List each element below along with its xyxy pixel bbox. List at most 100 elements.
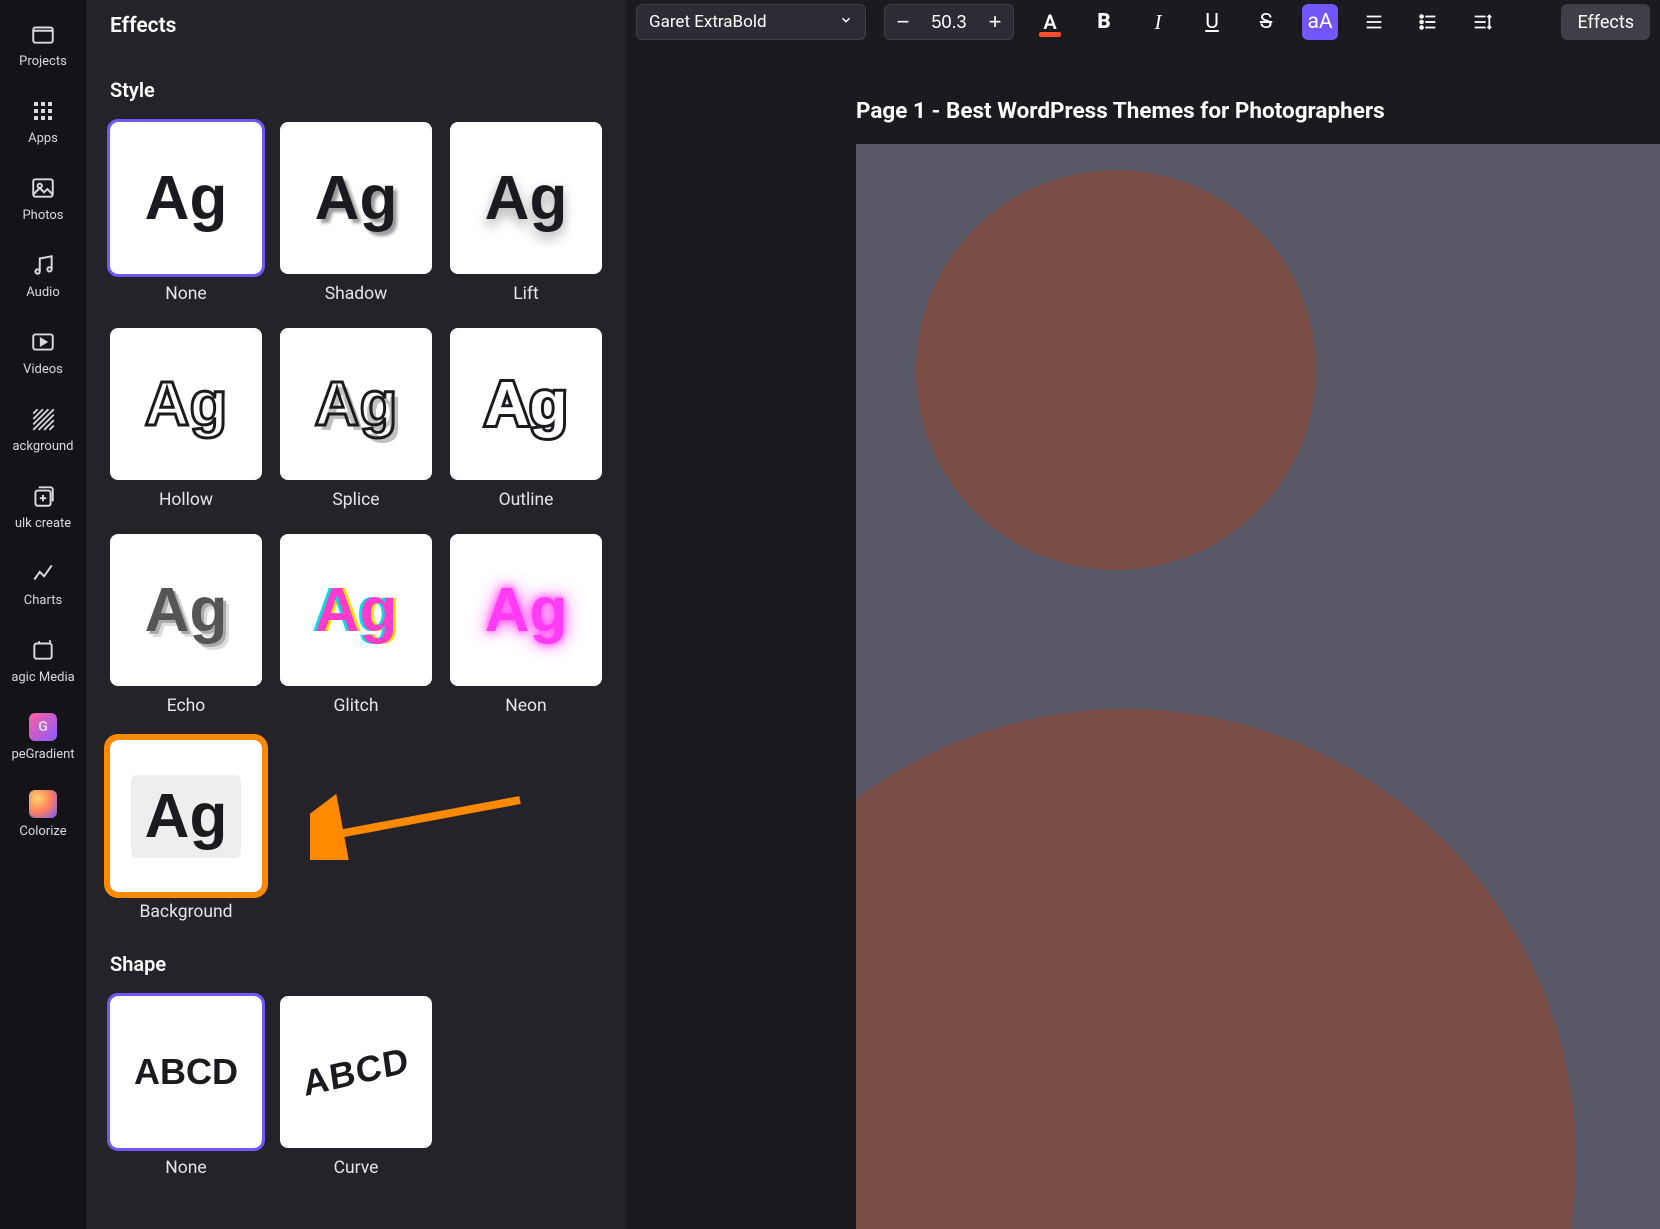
style-option-shadow[interactable]: Ag: [280, 122, 432, 274]
text-color-button[interactable]: A: [1032, 4, 1068, 40]
shape-option-none[interactable]: ABCD: [110, 996, 262, 1148]
bold-button[interactable]: B: [1086, 4, 1122, 40]
style-option-none[interactable]: Ag: [110, 122, 262, 274]
ag-sample: Ag: [485, 575, 568, 646]
list-icon: [1417, 11, 1439, 33]
shape-grid: ABCD None ABCD Curve: [110, 996, 602, 1178]
style-tile-hollow: Ag Hollow: [110, 328, 262, 510]
video-icon: [29, 328, 57, 356]
style-option-splice[interactable]: Ag: [280, 328, 432, 480]
italic-icon: I: [1155, 10, 1162, 35]
tile-label: None: [165, 1158, 206, 1178]
rail-item-photos[interactable]: Photos: [22, 174, 63, 223]
canvas-shape-circle[interactable]: [916, 170, 1316, 570]
style-option-echo[interactable]: Ag: [110, 534, 262, 686]
left-sidebar-rail: Projects Apps Photos Audio Videos ackgro…: [0, 0, 86, 1229]
strikethrough-button[interactable]: S: [1248, 4, 1284, 40]
style-option-lift[interactable]: Ag: [450, 122, 602, 274]
style-tile-glitch: Ag Glitch: [280, 534, 432, 716]
panel-title: Effects: [110, 4, 602, 48]
font-size-decrease-button[interactable]: −: [885, 4, 921, 40]
canvas-area: Page 1 - Best WordPress Themes for Photo…: [626, 44, 1660, 1229]
align-button[interactable]: [1356, 4, 1392, 40]
rail-label: Apps: [28, 131, 58, 146]
style-option-hollow[interactable]: Ag: [110, 328, 262, 480]
font-size-increase-button[interactable]: +: [977, 4, 1013, 40]
ag-sample: Ag: [485, 369, 568, 440]
rail-label: ackground: [12, 439, 73, 454]
rail-item-magic-media[interactable]: agic Media: [11, 636, 74, 685]
style-tile-splice: Ag Splice: [280, 328, 432, 510]
rail-item-background[interactable]: ackground: [12, 405, 73, 454]
ag-sample: Ag: [131, 775, 242, 858]
rail-label: Audio: [26, 285, 59, 300]
canvas-shape-circle-large[interactable]: [856, 709, 1576, 1229]
rail-item-charts[interactable]: Charts: [24, 559, 62, 608]
style-option-outline[interactable]: Ag: [450, 328, 602, 480]
rail-item-colorize[interactable]: Colorize: [19, 790, 66, 839]
grid-icon: [29, 97, 57, 125]
tile-label: Hollow: [159, 490, 213, 510]
rail-label: Videos: [23, 362, 63, 377]
style-option-background[interactable]: Ag: [110, 740, 262, 892]
rail-item-bulk-create[interactable]: ulk create: [15, 482, 71, 531]
tile-label: Shadow: [325, 284, 388, 304]
spacing-icon: [1471, 11, 1493, 33]
text-color-a-icon: A: [1043, 10, 1056, 34]
magic-media-icon: [29, 636, 57, 664]
ag-sample: Ag: [315, 575, 398, 646]
ag-sample: Ag: [145, 575, 228, 646]
tile-label: None: [165, 284, 206, 304]
rail-label: Charts: [24, 593, 62, 608]
font-selector[interactable]: Garet ExtraBold: [636, 4, 866, 40]
rail-item-videos[interactable]: Videos: [23, 328, 63, 377]
style-tile-shadow: Ag Shadow: [280, 122, 432, 304]
underline-button[interactable]: U: [1194, 4, 1230, 40]
lettercase-icon: aA: [1307, 10, 1332, 34]
style-tile-background: Ag Background: [110, 740, 262, 922]
gradient-app-icon: G: [29, 713, 57, 741]
folder-icon: [29, 20, 57, 48]
style-option-neon[interactable]: Ag: [450, 534, 602, 686]
tile-label: Splice: [332, 490, 379, 510]
strikethrough-icon: S: [1260, 10, 1272, 34]
lettercase-button[interactable]: aA: [1302, 4, 1338, 40]
rail-item-audio[interactable]: Audio: [26, 251, 59, 300]
page-title: Page 1 - Best WordPress Themes for Photo…: [626, 44, 1660, 144]
ag-sample: Ag: [485, 163, 568, 234]
rail-label: Photos: [22, 208, 63, 223]
rail-item-gradient[interactable]: G peGradient: [11, 713, 74, 762]
effects-button-label: Effects: [1577, 12, 1634, 33]
abcd-sample: ABCD: [134, 1051, 238, 1093]
list-button[interactable]: [1410, 4, 1446, 40]
style-tile-none: Ag None: [110, 122, 262, 304]
shape-option-curve[interactable]: ABCD: [280, 996, 432, 1148]
chart-icon: [29, 559, 57, 587]
style-section-title: Style: [110, 78, 602, 102]
spacing-button[interactable]: [1464, 4, 1500, 40]
tile-label: Curve: [334, 1158, 379, 1178]
style-option-glitch[interactable]: Ag: [280, 534, 432, 686]
rail-item-projects[interactable]: Projects: [19, 20, 67, 69]
music-icon: [29, 251, 57, 279]
text-toolbar: Garet ExtraBold − + A B I U S aA Effects: [626, 0, 1660, 44]
abcd-sample: ABCD: [300, 1039, 411, 1105]
ag-sample: Ag: [315, 163, 398, 234]
rail-label: agic Media: [11, 670, 74, 685]
effects-button[interactable]: Effects: [1561, 4, 1650, 40]
text-color-swatch: [1039, 32, 1061, 37]
italic-button[interactable]: I: [1140, 4, 1176, 40]
tile-label: Lift: [513, 284, 539, 304]
shape-tile-curve: ABCD Curve: [280, 996, 432, 1178]
tile-label: Neon: [505, 696, 546, 716]
design-canvas[interactable]: [856, 144, 1660, 1229]
rail-item-apps[interactable]: Apps: [28, 97, 58, 146]
tile-label: Glitch: [334, 696, 379, 716]
font-size-input[interactable]: [921, 4, 977, 40]
rail-label: Colorize: [19, 824, 66, 839]
shape-section-title: Shape: [110, 952, 602, 976]
font-size-stepper: − +: [884, 4, 1014, 40]
chevron-down-icon: [839, 12, 853, 32]
rail-label: peGradient: [11, 747, 74, 762]
bulk-create-icon: [29, 482, 57, 510]
